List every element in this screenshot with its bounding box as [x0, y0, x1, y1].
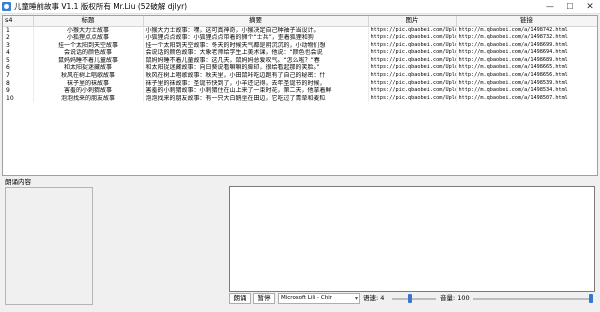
row-title: 小狐狸点点故事: [33, 34, 144, 42]
row-summary: 挂一个太阳到天空故事：冬天的时候天气都是阴沉沉的，小动物们想: [143, 41, 369, 50]
row-index: 6: [3, 64, 34, 73]
voice-selected-value: Microsoft Lili - Chir: [281, 295, 333, 301]
volume-label: 音量: 100: [440, 294, 470, 302]
row-index: 1: [3, 26, 34, 35]
story-table[interactable]: s4 标题 摘要 图片 链接 1 小猴大力士故事 小猴大力士故事：嘿，这可真神奇，小…: [2, 15, 598, 176]
reading-text-area[interactable]: [229, 186, 595, 292]
column-header-index[interactable]: s4: [3, 16, 34, 27]
row-summary: 泡泡找来的朋友故事：有一只大白鹅坐在田边，它吃过了青草和麦粒: [143, 94, 369, 103]
row-summary: 秋风在树上唱歌故事：秋天里，小田鼠咔吃边跑有了自己的秘密：什: [143, 72, 369, 80]
table-row[interactable]: 9 害羞的小刺猬故事 害羞的小刺猬故事：小刺猬住在山上来了一束时花，第二天，他拿着鲜…: [3, 87, 597, 95]
speed-slider[interactable]: [392, 293, 436, 304]
volume-slider-track: [473, 298, 593, 300]
row-image-url: https://pic.qbaobei.com/Uploads/: [368, 49, 457, 57]
table-row[interactable]: 1 小猴大力士故事 小猴大力士故事：嘿，这可真神奇，小猴决定自己种袖子当设计。 htt…: [3, 26, 597, 35]
row-title: 秋风在树上唱歌故事: [33, 72, 144, 80]
chevron-down-icon: ▾: [354, 295, 358, 302]
row-image-url: https://pic.qbaobei.com/Uploads/: [368, 79, 457, 88]
row-image-url: https://pic.qbaobei.com/Uploads/: [368, 34, 457, 42]
row-summary: 害羞的小刺猬故事：小刺猬住在山上来了一束时花，第二天，他拿着鲜: [143, 87, 369, 95]
row-title: 鼠妈妈睡不着儿童故事: [33, 56, 144, 65]
row-link-url: http://m.qbaobei.com/a/1498699.html: [456, 41, 597, 50]
row-title: 会说话的颜色故事: [33, 49, 144, 57]
column-header-image[interactable]: 图片: [368, 16, 457, 27]
row-link-url: http://m.qbaobei.com/a/1498539.html: [456, 79, 597, 88]
maximize-button[interactable]: ☐: [560, 0, 580, 14]
table-row[interactable]: 4 会说话的颜色故事 会说话的颜色故事：大象老师给学生上美术课，他说：“颜色也会说 h…: [3, 49, 597, 57]
volume-slider[interactable]: [473, 293, 593, 304]
row-image-url: https://pic.qbaobei.com/Uploads/: [368, 87, 457, 95]
row-link-url: http://m.qbaobei.com/a/1498694.html: [456, 49, 597, 57]
table-row[interactable]: 5 鼠妈妈睡不着儿童故事 鼠妈妈睡不着儿童故事：这几天，鼠妈妈总爱叹气。“怎么啦？”…: [3, 56, 597, 65]
table-row[interactable]: 6 和太阳捉迷藏故事 和太阳捉迷藏故事：向日葵说看嘛嘛的脚印，很给看起那的笑脸。” h…: [3, 64, 597, 73]
title-bar: 儿童睡前故事 V1.1 版权所有 Mr.Liu (52破解 djlyr) — ☐…: [0, 0, 600, 14]
row-image-url: https://pic.qbaobei.com/Uploads/: [368, 56, 457, 65]
table-row[interactable]: 7 秋风在树上唱歌故事 秋风在树上唱歌故事：秋天里，小田鼠咔吃边跑有了自己的秘密：什…: [3, 72, 597, 80]
read-button[interactable]: 朗诵: [229, 293, 251, 304]
reading-content-label: 朗诵内容: [5, 178, 31, 186]
row-index: 2: [3, 34, 34, 42]
row-index: 7: [3, 72, 34, 80]
row-link-url: http://m.qbaobei.com/a/1498507.html: [456, 94, 597, 103]
table-row[interactable]: 10 泡泡找来的朋友故事 泡泡找来的朋友故事：有一只大白鹅坐在田边，它吃过了青草和麦…: [3, 94, 597, 103]
row-title: 和太阳捉迷藏故事: [33, 64, 144, 73]
row-link-url: http://m.qbaobei.com/a/1498534.html: [456, 87, 597, 95]
row-index: 3: [3, 41, 34, 50]
column-header-title[interactable]: 标题: [33, 16, 144, 27]
row-title: 害羞的小刺猬故事: [33, 87, 144, 95]
row-summary: 小猴大力士故事：嘿，这可真神奇，小猴决定自己种袖子当设计。: [143, 26, 369, 35]
row-summary: 和太阳捉迷藏故事：向日葵说看嘛嘛的脚印，很给看起那的笑脸。”: [143, 64, 369, 73]
close-button[interactable]: ✕: [580, 0, 600, 14]
table-row[interactable]: 8 袜子里的袜故事 袜子里的袜故事：圣诞节快到了，小羊还记得，去年圣诞节的时候， ht…: [3, 79, 597, 88]
row-image-url: https://pic.qbaobei.com/Uploads/: [368, 64, 457, 73]
column-header-summary[interactable]: 摘要: [143, 16, 369, 27]
row-title: 小猴大力士故事: [33, 26, 144, 35]
row-title: 泡泡找来的朋友故事: [33, 94, 144, 103]
row-link-url: http://m.qbaobei.com/a/1498732.html: [456, 34, 597, 42]
row-index: 10: [3, 94, 34, 103]
row-link-url: http://m.qbaobei.com/a/1498689.html: [456, 56, 597, 65]
row-title: 袜子里的袜故事: [33, 79, 144, 88]
row-link-url: http://m.qbaobei.com/a/1498656.html: [456, 72, 597, 80]
row-link-url: http://m.qbaobei.com/a/1498742.html: [456, 26, 597, 35]
row-link-url: http://m.qbaobei.com/a/1498665.html: [456, 64, 597, 73]
row-image-url: https://pic.qbaobei.com/Uploads/: [368, 72, 457, 80]
speed-slider-track: [392, 298, 436, 300]
column-header-link[interactable]: 链接: [456, 16, 597, 27]
row-image-url: https://pic.qbaobei.com/Uploads/: [368, 26, 457, 35]
row-index: 9: [3, 87, 34, 95]
row-title: 挂一个太阳到天空故事: [33, 41, 144, 50]
pause-button[interactable]: 暂停: [253, 293, 275, 304]
row-summary: 鼠妈妈睡不着儿童故事：这几天，鼠妈妈总爱叹气。“怎么啦？”春: [143, 56, 369, 65]
voice-select[interactable]: Microsoft Lili - Chir ▾: [278, 293, 360, 304]
minimize-button[interactable]: —: [540, 0, 560, 14]
row-summary: 小狐狸点点故事：小狐狸点点带着的狮个“士兵”，歪着狐狸和狗: [143, 34, 369, 42]
row-index: 5: [3, 56, 34, 65]
volume-slider-thumb[interactable]: [589, 294, 593, 303]
row-summary: 会说话的颜色故事：大象老师给学生上美术课，他说：“颜色也会说: [143, 49, 369, 57]
table-header-row: s4 标题 摘要 图片 链接: [3, 16, 597, 27]
row-summary: 袜子里的袜故事：圣诞节快到了，小羊还记得，去年圣诞节的时候，: [143, 79, 369, 88]
row-image-url: https://pic.qbaobei.com/Uploads/: [368, 41, 457, 50]
app-icon: [2, 2, 11, 11]
row-index: 4: [3, 49, 34, 57]
window-title: 儿童睡前故事 V1.1 版权所有 Mr.Liu (52破解 djlyr): [14, 2, 188, 11]
table-row[interactable]: 3 挂一个太阳到天空故事 挂一个太阳到天空故事：冬天的时候天气都是阴沉沉的，小动物们…: [3, 41, 597, 50]
image-preview-panel: [5, 187, 93, 305]
row-image-url: https://pic.qbaobei.com/Uploads/: [368, 94, 457, 103]
speed-slider-thumb[interactable]: [408, 294, 412, 303]
speed-label: 语速: 4: [363, 294, 385, 302]
row-index: 8: [3, 79, 34, 88]
table-row[interactable]: 2 小狐狸点点故事 小狐狸点点故事：小狐狸点点带着的狮个“士兵”，歪着狐狸和狗 htt…: [3, 34, 597, 42]
